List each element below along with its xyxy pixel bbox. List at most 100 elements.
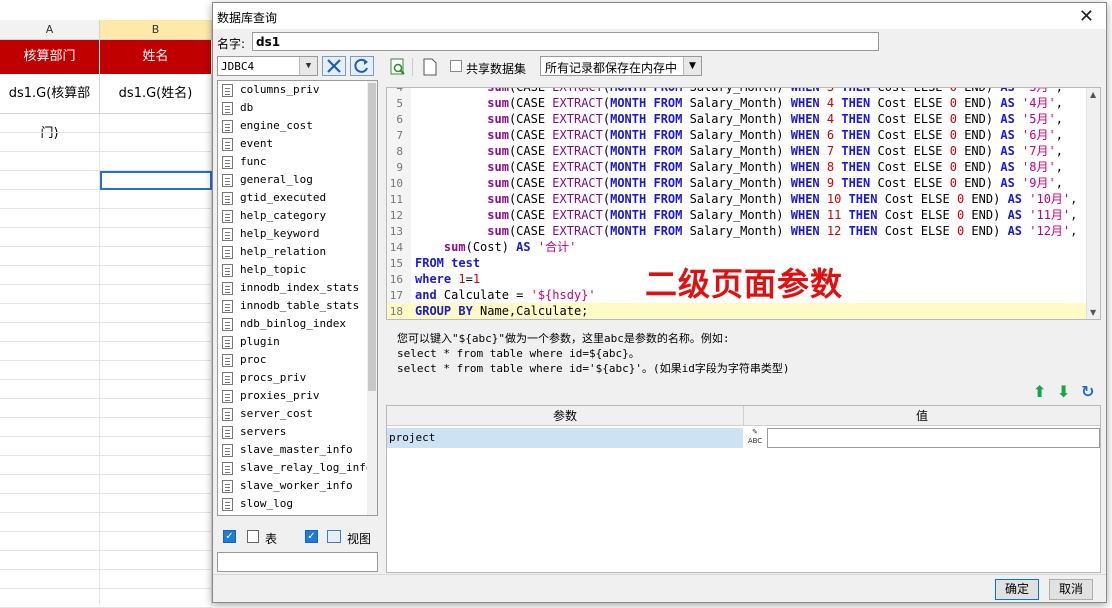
code-line: 13 sum(CASE EXTRACT(MONTH FROM Salary_Mo… (389, 224, 1078, 238)
connection-settings-button[interactable] (322, 56, 346, 76)
table-icon (222, 120, 233, 133)
parameter-value-input[interactable] (767, 428, 1100, 448)
grid-row (0, 228, 212, 247)
header-cell-name[interactable]: 姓名 (100, 40, 212, 74)
table-name: help_relation (240, 245, 327, 258)
table-list-item[interactable]: slave_master_info (218, 441, 377, 459)
scrollbar-thumb[interactable] (368, 83, 376, 391)
table-name: server_cost (240, 407, 313, 420)
close-icon[interactable]: ✕ (1079, 6, 1094, 27)
table-icon (222, 210, 233, 223)
table-list-item[interactable]: columns_priv (218, 81, 377, 99)
connection-select[interactable]: JDBC4 ▼ (217, 56, 318, 76)
table-list-item[interactable]: servers (218, 423, 377, 441)
header-cell-department[interactable]: 核算部门 (0, 40, 100, 74)
table-name: slave_worker_info (240, 479, 353, 492)
table-icon (222, 282, 233, 295)
table-list-item[interactable]: slave_relay_log_info (218, 459, 377, 477)
table-name: ndb_binlog_index (240, 317, 346, 330)
grid-row (0, 532, 212, 551)
table-list-item[interactable]: procs_priv (218, 369, 377, 387)
table-list-item[interactable]: proxies_priv (218, 387, 377, 405)
table-list-item[interactable]: engine_cost (218, 117, 377, 135)
views-checkbox[interactable]: ✓ (305, 530, 318, 543)
refresh-tables-button[interactable] (350, 56, 374, 76)
table-list-item[interactable]: innodb_table_stats (218, 297, 377, 315)
code-line: 5 sum(CASE EXTRACT(MONTH FROM Salary_Mon… (396, 96, 1063, 110)
table-filter-input[interactable] (217, 552, 378, 572)
ok-button[interactable]: 确定 (995, 579, 1039, 600)
selected-cell[interactable] (100, 171, 212, 190)
table-list-item[interactable]: gtid_executed (218, 189, 377, 207)
table-list-item[interactable]: help_category (218, 207, 377, 225)
memory-mode-select[interactable]: 所有记录都保存在内存中 ▼ (540, 56, 702, 76)
grid-row (0, 589, 212, 608)
database-query-dialog: 数据库查询 ✕ 名字: JDBC4 ▼ columns_privdb engine… (212, 2, 1107, 603)
table-list-item[interactable]: proc (218, 351, 377, 369)
table-list[interactable]: columns_privdb engine_costevent func genera… (217, 80, 378, 516)
table-list-item[interactable]: general_log (218, 171, 377, 189)
table-name: columns_priv (240, 83, 320, 96)
table-name: engine_cost (240, 119, 313, 132)
table-list-item[interactable]: innodb_index_stats (218, 279, 377, 297)
table-icon (222, 192, 233, 205)
table-icon (222, 246, 233, 259)
table-list-item[interactable]: plugin (218, 333, 377, 351)
column-header-b[interactable]: B (100, 20, 212, 40)
parameter-name[interactable]: project (387, 428, 743, 448)
editor-scrollbar[interactable]: ▲ ▼ (1086, 88, 1100, 319)
parameter-order-controls: ⬆ ⬇ ↻ (1033, 382, 1103, 402)
value-column-header: 值 (915, 409, 928, 423)
table-icon (222, 444, 233, 457)
column-header-a[interactable]: A (0, 20, 100, 40)
table-list-item[interactable]: server_cost (218, 405, 377, 423)
code-line: 4 sum(CASE EXTRACT(MONTH FROM Salary_Mon… (396, 87, 1063, 94)
table-list-item[interactable]: ndb_binlog_index (218, 315, 377, 333)
chevron-down-icon[interactable]: ▼ (683, 57, 701, 75)
grid-row (0, 114, 212, 133)
dataset-name-input[interactable] (252, 32, 879, 51)
table-list-item[interactable]: help_topic (218, 261, 377, 279)
table-list-item[interactable]: slave_worker_info (218, 477, 377, 495)
table-list-item[interactable]: db (218, 99, 377, 117)
grid-row (0, 380, 212, 399)
cancel-button[interactable]: 取消 (1049, 579, 1093, 600)
tables-checkbox-label: 表 (265, 532, 278, 546)
code-line: 10 sum(CASE EXTRACT(MONTH FROM Salary_Mo… (389, 176, 1063, 190)
tables-checkbox[interactable]: ✓ (223, 530, 236, 543)
table-name: gtid_executed (240, 191, 327, 204)
table-icon (222, 498, 233, 511)
grid-row (0, 247, 212, 266)
table-icon (222, 426, 233, 439)
data-cell-department[interactable]: ds1.G(核算部门) (0, 74, 100, 141)
document-icon[interactable] (422, 58, 438, 76)
param-column-header: 参数 (387, 406, 744, 426)
table-icon (222, 408, 233, 421)
parameter-row[interactable]: project ✎ ABC (387, 428, 1100, 448)
toolbar-separator (412, 58, 413, 76)
table-list-scrollbar[interactable] (367, 81, 377, 515)
table-list-item[interactable]: func (218, 153, 377, 171)
table-list-item[interactable]: slow_log (218, 495, 377, 513)
text-type-icon[interactable]: ✎ ABC (744, 428, 766, 448)
tools-icon (327, 59, 341, 73)
code-line: 8 sum(CASE EXTRACT(MONTH FROM Salary_Mon… (396, 144, 1063, 158)
table-name: innodb_table_stats (240, 299, 360, 312)
scroll-up-icon[interactable]: ▲ (1090, 90, 1096, 99)
data-cell-name[interactable]: ds1.G(姓名) (100, 74, 212, 114)
grid-row (0, 437, 212, 456)
grid-row (0, 133, 212, 152)
table-list-item[interactable]: help_keyword (218, 225, 377, 243)
chevron-down-icon[interactable]: ▼ (299, 57, 317, 75)
table-name: slow_log (240, 497, 293, 510)
table-icon (222, 354, 233, 367)
preview-icon[interactable] (390, 58, 406, 76)
move-up-icon[interactable]: ⬆ (1033, 382, 1046, 401)
refresh-icon[interactable]: ↻ (1081, 382, 1094, 401)
share-dataset-checkbox[interactable] (450, 60, 462, 72)
table-list-item[interactable]: event (218, 135, 377, 153)
move-down-icon[interactable]: ⬇ (1057, 382, 1070, 401)
param-type-label: ABC (747, 437, 763, 445)
scroll-down-icon[interactable]: ▼ (1090, 308, 1096, 317)
table-list-item[interactable]: help_relation (218, 243, 377, 261)
